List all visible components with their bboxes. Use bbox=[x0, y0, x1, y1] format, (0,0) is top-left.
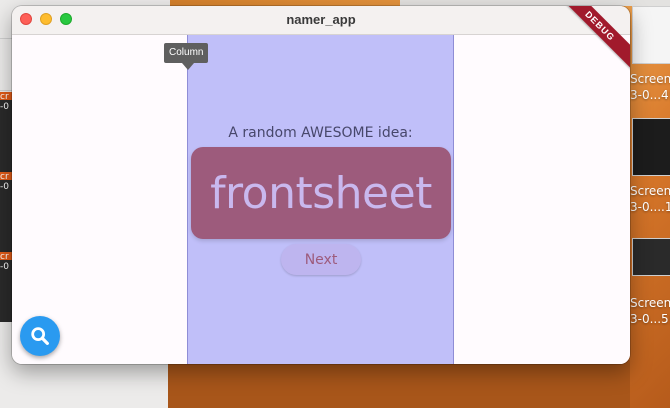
word-pair-card: frontsheet bbox=[191, 147, 451, 239]
desktop-file-label: cr bbox=[0, 252, 9, 262]
inspector-search-button[interactable] bbox=[20, 316, 60, 356]
desktop-file-label[interactable]: Screens bbox=[630, 184, 670, 199]
widget-inspector-tooltip: Column bbox=[164, 43, 209, 63]
desktop-file-thumbnail[interactable] bbox=[632, 118, 670, 176]
idea-caption: A random AWESOME idea: bbox=[228, 125, 413, 141]
app-content: Column A random AWESOME idea: frontsheet… bbox=[12, 35, 630, 364]
background-window-shadow bbox=[168, 360, 630, 408]
desktop-file-label: -0 bbox=[0, 182, 9, 192]
window-title: namer_app bbox=[286, 12, 356, 27]
desktop-file-label[interactable]: 3-0...4! bbox=[630, 88, 670, 103]
search-icon bbox=[31, 327, 49, 345]
desktop-file-thumbnail[interactable] bbox=[632, 238, 670, 276]
title-bar[interactable]: namer_app bbox=[12, 6, 630, 35]
desktop-file-thumbnail[interactable] bbox=[632, 6, 670, 64]
desktop-file-label: cr bbox=[0, 92, 9, 102]
desktop-file-label: cr bbox=[0, 172, 9, 182]
desktop-file-label[interactable]: 3-0....1 bbox=[630, 200, 670, 215]
desktop-file-label[interactable]: Screens bbox=[630, 296, 670, 311]
desktop-file-label: -0 bbox=[0, 102, 9, 112]
desktop-file-label: -0 bbox=[0, 262, 9, 272]
next-button-label: Next bbox=[304, 251, 338, 268]
next-button[interactable]: Next bbox=[281, 244, 361, 275]
tooltip-arrow bbox=[182, 63, 194, 70]
desktop-file-label[interactable]: 3-0...5! bbox=[630, 312, 670, 327]
app-window: namer_app Column A random AWESOME idea: … bbox=[12, 6, 630, 364]
desktop-file-label[interactable]: Screens bbox=[630, 72, 670, 87]
desktop-file-strip: cr -0 cr -0 cr -0 bbox=[0, 92, 12, 322]
word-pair-text: frontsheet bbox=[210, 167, 432, 219]
